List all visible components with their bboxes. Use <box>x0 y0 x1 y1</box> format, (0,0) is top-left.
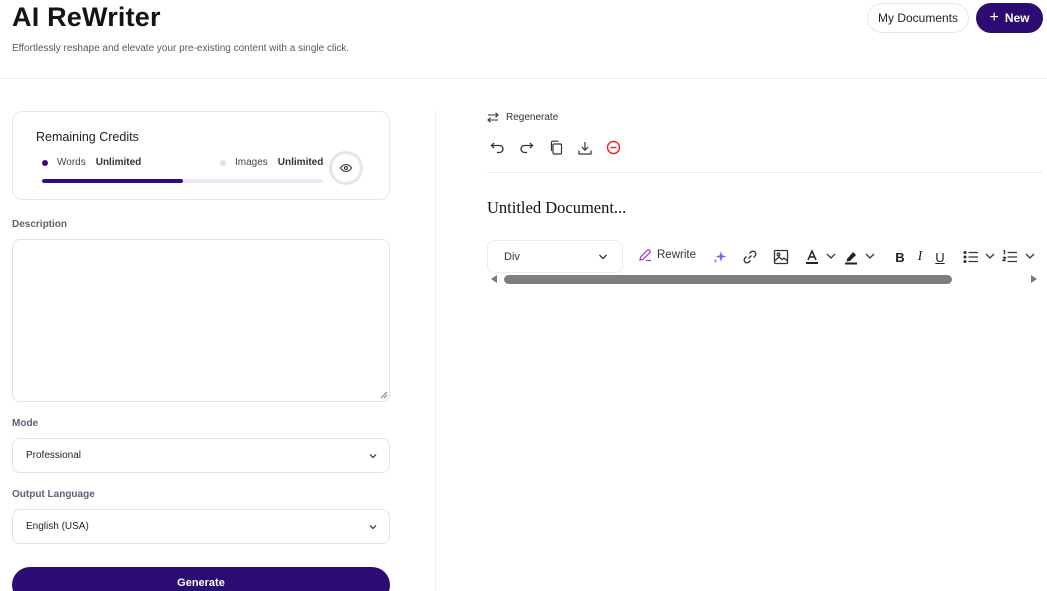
new-label: New <box>1004 11 1030 25</box>
redo-icon <box>520 142 534 154</box>
images-label: Images <box>235 157 268 168</box>
link-icon <box>743 250 757 264</box>
generate-label: Generate <box>177 577 225 589</box>
output-language-label: Output Language <box>12 489 95 500</box>
numbered-list-icon <box>1002 250 1017 263</box>
page-subtitle: Effortlessly reshape and elevate your pr… <box>12 43 350 54</box>
words-credit: Words Unlimited <box>42 157 141 168</box>
redo-button[interactable] <box>518 139 535 156</box>
my-documents-button[interactable]: My Documents <box>867 3 969 33</box>
description-label: Description <box>12 219 68 230</box>
numbered-list-button[interactable] <box>1001 248 1019 266</box>
new-button[interactable]: + New <box>976 3 1043 33</box>
highlight-icon <box>845 252 857 265</box>
my-documents-label: My Documents <box>877 11 959 25</box>
highlight-color-button[interactable] <box>842 248 860 266</box>
copy-icon <box>550 140 562 155</box>
words-dot <box>42 159 48 166</box>
credits-progress-fill <box>42 179 183 183</box>
scroll-right-icon[interactable] <box>1031 275 1037 283</box>
images-dot <box>220 159 226 166</box>
eye-icon <box>340 163 352 173</box>
image-icon <box>773 249 789 265</box>
description-textarea[interactable] <box>12 239 390 402</box>
words-label: Words <box>57 157 86 168</box>
delete-icon <box>606 140 621 155</box>
resize-grip-icon[interactable] <box>380 391 388 399</box>
regenerate-button[interactable]: Regenerate <box>487 112 558 123</box>
page-title: AI ReWriter <box>12 2 161 32</box>
toolbar-scrollbar[interactable] <box>487 275 1043 284</box>
remaining-credits-card: Remaining Credits Words Unlimited Images… <box>12 111 390 200</box>
output-language-select[interactable]: English (USA) <box>12 509 390 544</box>
bold-icon: B <box>895 249 905 265</box>
swap-arrows-icon <box>487 112 499 123</box>
chevron-down-icon[interactable] <box>865 252 875 260</box>
bold-button[interactable]: B <box>891 248 909 266</box>
italic-icon: I <box>917 249 923 264</box>
chevron-down-icon[interactable] <box>1025 252 1035 260</box>
images-value: Unlimited <box>277 157 324 168</box>
delete-button[interactable] <box>605 139 622 156</box>
column-divider <box>435 111 436 591</box>
chevron-down-icon[interactable] <box>985 252 995 260</box>
block-type-value: Div <box>504 250 520 263</box>
bullet-list-button[interactable] <box>962 248 980 266</box>
generate-button[interactable]: Generate <box>12 567 390 591</box>
chevron-down-icon <box>369 525 377 530</box>
show-credits-button[interactable] <box>329 151 363 185</box>
underline-icon: U <box>935 249 945 265</box>
editor-divider <box>487 172 1043 173</box>
mode-select[interactable]: Professional <box>12 438 390 473</box>
download-button[interactable] <box>576 139 593 156</box>
text-color-icon <box>806 249 818 264</box>
scrollbar-thumb[interactable] <box>504 275 952 284</box>
insert-image-button[interactable] <box>772 248 790 266</box>
rewrite-button[interactable]: Rewrite <box>638 248 696 262</box>
header-divider <box>0 78 1047 79</box>
link-button[interactable] <box>741 248 759 266</box>
underline-button[interactable]: U <box>931 248 949 266</box>
mode-label: Mode <box>12 418 39 429</box>
mode-value: Professional <box>26 450 82 461</box>
copy-button[interactable] <box>547 139 564 156</box>
chevron-down-icon[interactable] <box>826 252 836 260</box>
block-type-select[interactable]: Div <box>487 240 623 273</box>
text-color-button[interactable] <box>803 248 821 266</box>
bullet-list-icon <box>963 250 978 264</box>
regenerate-label: Regenerate <box>506 112 559 123</box>
images-credit: Images Unlimited <box>220 157 323 168</box>
plus-icon: + <box>989 9 999 26</box>
output-language-value: English (USA) <box>26 521 89 532</box>
rewrite-label: Rewrite <box>657 249 696 261</box>
undo-button[interactable] <box>489 139 506 156</box>
sparkle-icon <box>713 251 727 263</box>
italic-button[interactable]: I <box>911 248 929 266</box>
chevron-down-icon <box>599 254 607 260</box>
undo-icon <box>490 142 504 154</box>
pen-icon <box>639 249 651 262</box>
download-icon <box>577 141 592 155</box>
credits-progress-bar <box>42 179 323 183</box>
ai-sparkle-button[interactable] <box>711 248 729 266</box>
words-value: Unlimited <box>95 157 142 168</box>
chevron-down-icon <box>369 454 377 459</box>
document-title[interactable]: Untitled Document... <box>487 198 626 218</box>
document-actions <box>489 139 622 156</box>
credits-title: Remaining Credits <box>36 130 139 144</box>
editor-toolbar: Div Rewrite B I U <box>487 240 1047 273</box>
scroll-left-icon[interactable] <box>491 275 497 283</box>
